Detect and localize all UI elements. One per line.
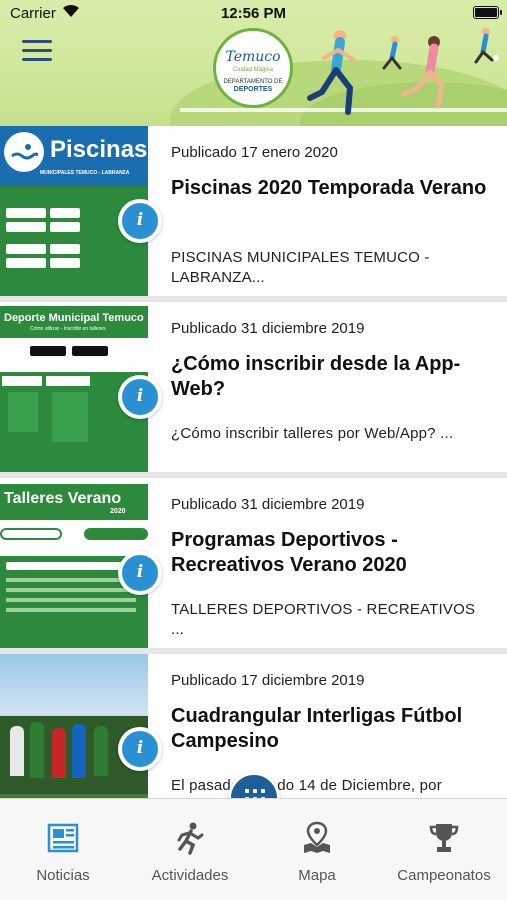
tab-actividades[interactable]: Actividades xyxy=(127,799,253,900)
news-title[interactable]: Cuadrangular Interligas Fútbol Campesino xyxy=(171,704,491,754)
news-title[interactable]: Programas Deportivos - Recreativos Veran… xyxy=(171,528,491,578)
info-button[interactable]: i xyxy=(118,375,162,419)
thumb-subheading: 2020 xyxy=(110,508,126,515)
thumb-heading: Deporte Municipal Temuco xyxy=(4,312,144,324)
info-icon: i xyxy=(136,210,144,230)
news-item[interactable]: Talleres Verano 2020 i Publicado 31 dici… xyxy=(0,478,507,648)
map-pin-icon xyxy=(304,821,330,853)
tab-noticias[interactable]: Noticias xyxy=(0,799,126,900)
news-list[interactable]: Piscinas MUNICIPALES TEMUCO - LABRANZA i… xyxy=(0,126,507,798)
header-banner: Carrier 12:56 PM Temuco Ciudad Mágica DE… xyxy=(0,0,507,126)
runner-figure xyxy=(401,36,445,109)
thumb-subheading: Cómo utilizar - Inscribir en talleres xyxy=(30,326,106,332)
info-button[interactable]: i xyxy=(118,551,162,595)
runner-figure xyxy=(474,28,499,64)
news-date: Publicado 31 diciembre 2019 xyxy=(171,320,365,337)
runner-icon xyxy=(177,822,204,855)
tab-label: Actividades xyxy=(151,867,229,884)
tab-campeonatos[interactable]: Campeonatos xyxy=(381,799,507,900)
news-summary: El pasado sábado 14 de Diciembre, por xyxy=(171,777,442,794)
info-icon: i xyxy=(136,738,144,758)
logo-script: Temuco xyxy=(225,49,281,65)
swimmer-icon xyxy=(11,144,38,160)
deportes-logo: Temuco Ciudad Mágica DEPARTAMENTO DE DEP… xyxy=(213,28,293,108)
battery-icon xyxy=(473,6,502,19)
tab-label: Mapa xyxy=(298,867,336,884)
tab-label: Noticias xyxy=(36,867,90,884)
app-screen: Carrier 12:56 PM Temuco Ciudad Mágica DE… xyxy=(0,0,507,900)
logo-dept-name: DEPORTES xyxy=(233,86,273,93)
info-button[interactable]: i xyxy=(118,727,162,771)
news-title[interactable]: Piscinas 2020 Temporada Verano xyxy=(171,176,491,201)
menu-icon[interactable] xyxy=(22,40,52,62)
thumb-heading: Piscinas xyxy=(50,136,148,163)
logo-subtitle: Ciudad Mágica xyxy=(232,67,274,73)
tab-label: Campeonatos xyxy=(397,867,491,884)
news-summary: TALLERES DEPORTIVOS - RECREATIVOS ... xyxy=(171,601,476,638)
logo-dept: DEPARTAMENTO DE xyxy=(223,79,283,85)
status-bar: Carrier 12:56 PM xyxy=(0,0,507,28)
info-button[interactable]: i xyxy=(118,199,162,243)
news-date: Publicado 17 enero 2020 xyxy=(171,144,338,161)
info-icon: i xyxy=(136,386,144,406)
news-item[interactable]: Deporte Municipal Temuco Cómo utilizar -… xyxy=(0,302,507,472)
news-summary: ¿Cómo inscribir talleres por Web/App? ..… xyxy=(171,425,454,442)
info-icon: i xyxy=(136,562,144,582)
news-thumbnail xyxy=(0,654,148,798)
news-item[interactable]: Piscinas MUNICIPALES TEMUCO - LABRANZA i… xyxy=(0,126,507,296)
status-time: 12:56 PM xyxy=(220,5,287,22)
news-summary: PISCINAS MUNICIPALES TEMUCO - LABRANZA..… xyxy=(171,249,430,286)
news-date: Publicado 17 diciembre 2019 xyxy=(171,672,365,689)
thumb-heading: Talleres Verano xyxy=(4,490,122,507)
runner-figure xyxy=(307,30,356,115)
news-date: Publicado 31 diciembre 2019 xyxy=(171,496,365,513)
thumb-subheading: MUNICIPALES TEMUCO - LABRANZA xyxy=(40,170,130,176)
news-title[interactable]: ¿Cómo inscribir desde la App-Web? xyxy=(171,352,491,402)
tab-bar: Noticias Actividades Mapa Campeonatos xyxy=(0,798,507,900)
trophy-icon xyxy=(429,824,459,852)
tab-mapa[interactable]: Mapa xyxy=(254,799,380,900)
newspaper-icon xyxy=(47,823,79,853)
runner-figure xyxy=(382,36,402,70)
runners-illustration xyxy=(307,28,499,115)
